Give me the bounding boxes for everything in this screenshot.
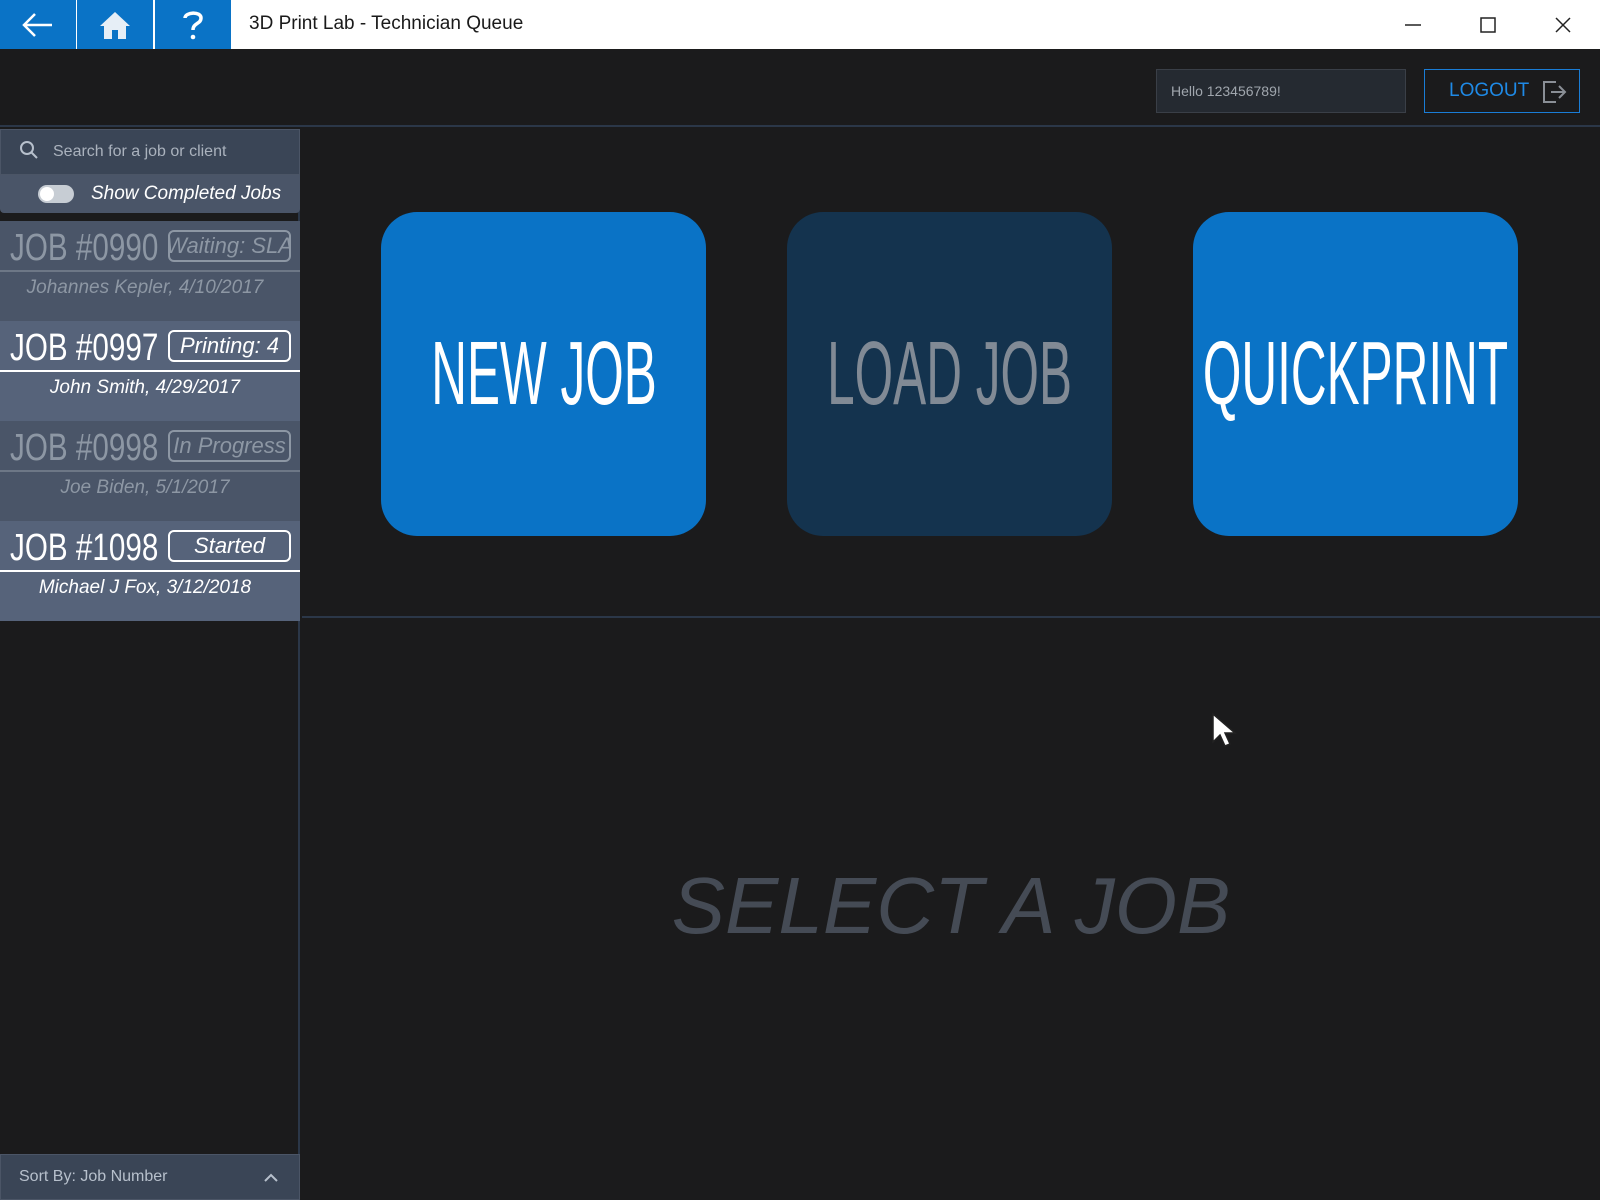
help-icon [183, 10, 203, 39]
back-arrow-icon [22, 12, 52, 37]
job-divider [0, 370, 300, 372]
job-header: JOB #0998 In Progress [0, 421, 300, 471]
job-header: JOB #0990 Waiting: SLA [0, 221, 300, 271]
job-number: JOB #1098 [10, 527, 159, 569]
show-completed-label: Show Completed Jobs [91, 183, 282, 204]
job-sidebar: Show Completed Jobs JOB #0990 Waiting: S… [0, 129, 300, 1200]
title-bar: 3D Print Lab - Technician Queue [0, 0, 1600, 49]
load-job-label: LOAD JOB [827, 323, 1072, 424]
greeting-field: Hello 123456789! [1156, 69, 1406, 113]
minimize-button[interactable] [1376, 0, 1450, 49]
job-client: John Smith, 4/29/2017 [49, 377, 241, 398]
maximize-button[interactable] [1451, 0, 1525, 49]
search-box[interactable] [0, 129, 300, 175]
close-icon [1555, 16, 1571, 33]
minimize-icon [1405, 23, 1421, 26]
window-title: 3D Print Lab - Technician Queue [249, 13, 524, 34]
action-panel: NEW JOB LOAD JOB QUICKPRINT [302, 129, 1600, 618]
mouse-cursor-icon [1211, 712, 1239, 755]
job-status-badge: Waiting: SLA [168, 230, 291, 262]
job-status-badge: Printing: 4 [168, 330, 291, 362]
job-divider [0, 470, 300, 472]
job-header: JOB #0997 Printing: 4 [0, 321, 300, 371]
empty-state-message: SELECT A JOB [671, 861, 1231, 950]
quickprint-button[interactable]: QUICKPRINT [1193, 212, 1518, 536]
job-header: JOB #1098 Started [0, 521, 300, 571]
toggle-knob [40, 187, 54, 201]
back-button[interactable] [0, 0, 76, 49]
app-header: Hello 123456789! LOGOUT [0, 49, 1600, 127]
job-item[interactable]: JOB #0997 Printing: 4 John Smith, 4/29/2… [0, 321, 300, 421]
job-number: JOB #0998 [10, 427, 159, 469]
job-divider [0, 570, 300, 572]
search-icon [19, 140, 39, 165]
quickprint-label: QUICKPRINT [1202, 323, 1509, 424]
job-status-badge: Started [168, 530, 291, 562]
show-completed-row: Show Completed Jobs [0, 175, 300, 213]
chevron-up-icon [263, 1170, 279, 1188]
job-item[interactable]: JOB #0990 Waiting: SLA Johannes Kepler, … [0, 221, 300, 321]
home-button[interactable] [77, 0, 153, 49]
job-status-badge: In Progress [168, 430, 291, 462]
sort-dropdown[interactable]: Sort By: Job Number [0, 1154, 300, 1200]
job-client: Michael J Fox, 3/12/2018 [38, 577, 252, 598]
home-icon [100, 11, 130, 39]
search-input[interactable] [53, 143, 273, 161]
job-number: JOB #0990 [10, 227, 159, 269]
maximize-icon [1480, 16, 1496, 33]
job-list: JOB #0990 Waiting: SLA Johannes Kepler, … [0, 221, 300, 621]
logout-button[interactable]: LOGOUT [1424, 69, 1580, 113]
job-item[interactable]: JOB #0998 In Progress Joe Biden, 5/1/201… [0, 421, 300, 521]
job-client: Joe Biden, 5/1/2017 [60, 477, 230, 498]
new-job-button[interactable]: NEW JOB [381, 212, 706, 536]
job-divider [0, 270, 300, 272]
load-job-button[interactable]: LOAD JOB [787, 212, 1112, 536]
job-client: Johannes Kepler, 4/10/2017 [26, 277, 264, 298]
sort-label: Sort By: Job Number [19, 1168, 168, 1185]
logout-label: LOGOUT [1449, 80, 1530, 101]
job-number: JOB #0997 [10, 327, 159, 369]
show-completed-toggle[interactable] [38, 185, 74, 203]
help-button[interactable] [155, 0, 231, 49]
logout-icon [1541, 79, 1567, 111]
job-item[interactable]: JOB #1098 Started Michael J Fox, 3/12/20… [0, 521, 300, 621]
close-button[interactable] [1526, 0, 1600, 49]
job-detail-panel: SELECT A JOB [302, 620, 1600, 1200]
new-job-label: NEW JOB [430, 323, 657, 424]
